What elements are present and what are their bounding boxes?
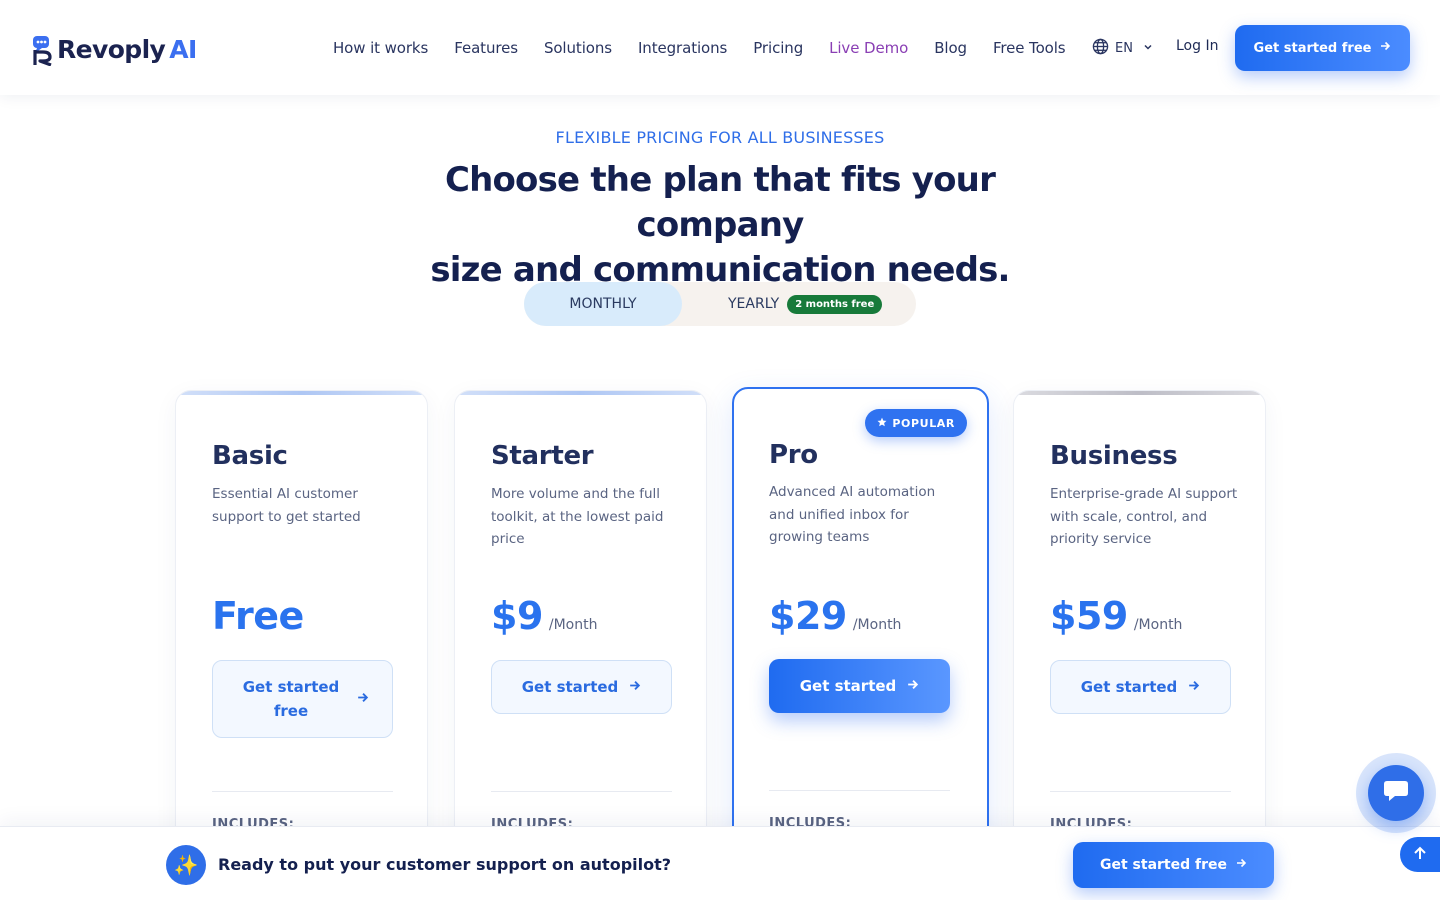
toggle-monthly[interactable]: MONTHLY	[524, 282, 682, 326]
price-period: /Month	[852, 617, 902, 633]
toggle-yearly[interactable]: YEARLY 2 months free	[728, 282, 883, 326]
login-link[interactable]: Log In	[1176, 38, 1218, 54]
price-amount: $59	[1050, 594, 1128, 638]
basic-get-started-button[interactable]: Get started free	[212, 660, 393, 738]
nav-how-it-works[interactable]: How it works	[333, 39, 428, 57]
plan-card-business: Business Enterprise-grade AI support wit…	[1013, 390, 1266, 850]
toggle-yearly-label: YEARLY	[728, 296, 780, 312]
arrow-right-icon	[356, 690, 369, 708]
pricing-eyebrow: FLEXIBLE PRICING FOR ALL BUSINESSES	[555, 128, 885, 147]
card-divider	[769, 790, 950, 791]
nav-free-tools[interactable]: Free Tools	[993, 39, 1066, 57]
main-nav: How it works Features Solutions Integrat…	[333, 36, 1066, 60]
starter-get-started-button[interactable]: Get started	[491, 660, 672, 714]
button-label: Get started	[521, 678, 619, 696]
plan-description: More volume and the full toolkit, at the…	[491, 486, 664, 547]
plan-price: $9 /Month	[491, 594, 598, 638]
plan-price: $59 /Month	[1050, 594, 1182, 638]
arrow-right-icon	[1235, 857, 1247, 873]
price-amount: $9	[491, 594, 543, 638]
star-icon	[877, 417, 887, 430]
sparkles-icon: ✨	[166, 845, 206, 885]
plan-price: Free	[212, 594, 304, 638]
sticky-get-started-button[interactable]: Get started free	[1073, 842, 1274, 888]
price-amount: Free	[212, 594, 304, 638]
plan-description: Essential AI customer support to get sta…	[212, 486, 361, 525]
language-label: EN	[1115, 40, 1133, 56]
button-label: Get started	[799, 677, 897, 695]
logo-text: Revoply AI	[57, 35, 197, 64]
popular-badge: POPULAR	[865, 409, 967, 437]
price-period: /Month	[1133, 617, 1183, 633]
chat-widget-button[interactable]	[1368, 765, 1424, 821]
plan-price: $29 /Month	[769, 594, 901, 638]
sticky-cta-bar: ✨ Ready to put your customer support on …	[0, 826, 1440, 900]
revoply-logo[interactable]: Revoply AI	[32, 30, 197, 67]
plan-name: Basic	[212, 441, 288, 471]
plan-card-starter: Starter More volume and the full toolkit…	[454, 390, 707, 850]
billing-toggle: MONTHLY YEARLY 2 months free	[524, 282, 916, 326]
globe-icon	[1092, 38, 1109, 59]
plan-name: Business	[1050, 441, 1178, 471]
business-get-started-button[interactable]: Get started	[1050, 660, 1231, 714]
nav-blog[interactable]: Blog	[934, 39, 967, 57]
plan-description: Advanced AI automation and unified inbox…	[769, 484, 936, 545]
nav-pricing[interactable]: Pricing	[753, 39, 803, 57]
button-label: Get started free	[242, 678, 340, 720]
yearly-discount-badge: 2 months free	[787, 294, 883, 314]
logo-mark-icon	[32, 34, 56, 67]
header-cta-label: Get started free	[1253, 40, 1372, 56]
arrow-right-icon	[1379, 40, 1391, 56]
page-title: Choose the plan that fits your company s…	[430, 160, 1010, 290]
pro-get-started-button[interactable]: Get started	[769, 659, 950, 713]
popular-label: POPULAR	[892, 416, 955, 430]
nav-live-demo[interactable]: Live Demo	[829, 39, 908, 57]
language-selector[interactable]: EN	[1092, 37, 1153, 59]
sticky-cta-text: Ready to put your customer support on au…	[218, 855, 672, 874]
plan-card-pro: POPULAR Pro Advanced AI automation and u…	[732, 387, 989, 847]
site-header: Revoply AI How it works Features Solution…	[0, 0, 1440, 95]
arrow-right-icon	[628, 678, 641, 696]
sticky-cta-label: Get started free	[1100, 857, 1227, 873]
plan-card-basic: Basic Essential AI customer support to g…	[175, 390, 428, 850]
nav-features[interactable]: Features	[454, 39, 518, 57]
button-label: Get started	[1080, 678, 1178, 696]
nav-solutions[interactable]: Solutions	[544, 39, 612, 57]
plan-name: Starter	[491, 441, 594, 471]
nav-integrations[interactable]: Integrations	[638, 39, 727, 57]
card-divider	[1050, 791, 1231, 792]
plan-name: Pro	[769, 440, 818, 470]
plan-description: Enterprise-grade AI support with scale, …	[1050, 486, 1238, 547]
card-divider	[212, 791, 393, 792]
arrow-right-icon	[1187, 678, 1200, 696]
chevron-down-icon	[1143, 41, 1153, 56]
card-divider	[491, 791, 672, 792]
price-amount: $29	[769, 594, 847, 638]
header-get-started-button[interactable]: Get started free	[1235, 25, 1410, 71]
arrow-right-icon	[906, 677, 919, 695]
scroll-to-top-button[interactable]	[1400, 837, 1440, 872]
arrow-up-icon	[1412, 845, 1428, 865]
price-period: /Month	[548, 617, 598, 633]
chat-bubble-icon	[1383, 779, 1409, 807]
